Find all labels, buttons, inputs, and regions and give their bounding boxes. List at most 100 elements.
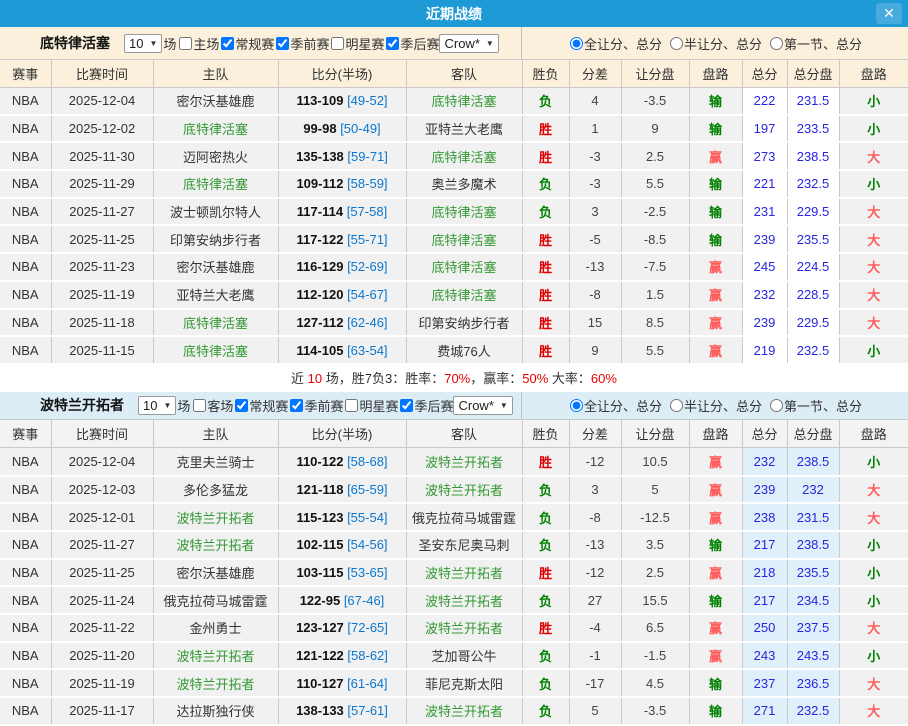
filter-checkbox[interactable]: 常规赛 <box>233 396 288 415</box>
half-time-score: [61-64] <box>347 675 388 691</box>
filter-checkbox-label: 常规赛 <box>235 36 275 52</box>
cell-score: 116-129 [52-69] <box>277 253 406 282</box>
filter-checkbox-input[interactable] <box>276 36 290 50</box>
cell-handicap-result: 赢 <box>688 336 742 365</box>
half-time-score: [54-56] <box>347 537 388 553</box>
game-row: NBA 2025-11-27 波特兰开拓者 102-115 [54-56] 圣安东尼奥马… <box>0 530 908 560</box>
cell-away-team: 印第安纳步行者 <box>405 308 522 338</box>
cell-match-date: 2025-11-15 <box>50 336 153 365</box>
game-row: NBA 2025-11-23 密尔沃基雄鹿 116-129 [52-69] 底特律活塞胜… <box>0 253 908 282</box>
handicap-mode-radio[interactable]: 第一节、总分 <box>768 396 862 415</box>
games-count-select[interactable]: 10 ▼ <box>124 33 163 53</box>
filter-checkbox[interactable]: 季前赛 <box>288 396 343 415</box>
handicap-mode-radio[interactable]: 第一节、总分 <box>768 34 862 53</box>
cell-point-diff: -8 <box>568 280 621 310</box>
cell-score: 112-120 [54-67] <box>277 280 406 310</box>
half-time-score: [63-54] <box>347 342 388 358</box>
cell-win-loss: 负 <box>521 197 569 227</box>
cell-total-points: 239 <box>741 225 787 255</box>
half-time-score: [58-59] <box>347 176 388 192</box>
filter-checkboxes: 客场 常规赛 季前赛 明星赛 季后赛 <box>191 396 453 415</box>
cell-win-loss: 负 <box>521 170 569 199</box>
handicap-mode-radio-input[interactable] <box>669 36 683 50</box>
handicap-mode-radio-input[interactable] <box>569 36 583 50</box>
cell-total-line: 238.5 <box>786 530 839 560</box>
filter-checkbox-input[interactable] <box>290 398 304 412</box>
cell-total-line: 237.5 <box>786 614 839 643</box>
filter-checkbox[interactable]: 常规赛 <box>219 34 274 53</box>
filter-checkbox-input[interactable] <box>386 36 400 50</box>
cell-over-under: 大 <box>838 697 908 726</box>
cell-score: 123-127 [72-65] <box>277 614 406 643</box>
filter-checkbox-label: 常规赛 <box>249 398 289 414</box>
cell-score: 122-95 [67-46] <box>277 586 406 615</box>
cell-handicap-result: 赢 <box>688 558 742 588</box>
cell-win-loss: 负 <box>521 669 569 699</box>
cell-handicap-line: -3.5 <box>620 697 689 726</box>
cell-over-under: 大 <box>838 308 908 338</box>
cell-win-loss: 负 <box>521 530 569 560</box>
cell-over-under: 小 <box>838 530 908 560</box>
game-row: NBA 2025-12-03 多伦多猛龙 121-118 [65-59] 波特兰开拓者负… <box>0 475 908 505</box>
handicap-mode-radio-label: 全让分、总分 <box>583 398 662 414</box>
cell-score: 117-114 [57-58] <box>277 197 406 227</box>
close-icon[interactable]: ✕ <box>876 3 902 24</box>
filter-checkbox-label: 季前赛 <box>290 36 330 52</box>
cell-score: 110-127 [61-64] <box>277 669 406 699</box>
half-time-score: [62-46] <box>347 314 388 330</box>
handicap-mode-radio[interactable]: 全让分、总分 <box>568 34 662 53</box>
half-time-score: [72-65] <box>347 620 388 636</box>
cell-total-points: 239 <box>741 308 787 338</box>
cell-total-line: 238.5 <box>786 447 839 477</box>
filter-checkbox[interactable]: 明星赛 <box>329 34 384 53</box>
filter-checkbox-input[interactable] <box>400 398 414 412</box>
handicap-mode-radio-input[interactable] <box>669 398 683 412</box>
filter-checkbox-input[interactable] <box>235 398 249 412</box>
cell-home-team: 底特律活塞 <box>152 170 278 199</box>
cell-league: NBA <box>0 447 51 477</box>
filter-checkbox[interactable]: 季后赛 <box>398 396 453 415</box>
cell-score: 135-138 [59-71] <box>277 142 406 172</box>
column-header: 让分盘 <box>620 419 689 449</box>
handicap-mode-radio-input[interactable] <box>770 36 783 50</box>
cell-league: NBA <box>0 308 51 338</box>
games-count-select[interactable]: 10 ▼ <box>138 395 177 415</box>
cell-home-team: 达拉斯独行侠 <box>152 697 278 726</box>
cell-away-team: 底特律活塞 <box>405 225 522 255</box>
filter-checkbox[interactable]: 季前赛 <box>274 34 329 53</box>
handicap-mode-radio-input[interactable] <box>569 398 583 412</box>
games-suffix-label: 场 <box>163 36 177 52</box>
cell-match-date: 2025-12-01 <box>50 503 153 532</box>
filter-checkbox-input[interactable] <box>345 398 359 412</box>
filter-checkbox[interactable]: 主场 <box>177 34 219 53</box>
odds-source-select[interactable]: Crow* ▼ <box>439 33 499 53</box>
cell-away-team: 底特律活塞 <box>405 87 522 116</box>
filter-checkbox-label: 季前赛 <box>304 398 344 414</box>
cell-home-team: 迈阿密热火 <box>152 142 278 172</box>
team-filterbar: 底特律活塞 10 ▼ 场 主场 常规赛 季前赛 明星赛 季后赛 Crow* ▼ 全让分、总分… <box>0 27 908 60</box>
filter-checkbox-input[interactable] <box>179 36 193 50</box>
half-time-score: [55-54] <box>347 509 388 525</box>
handicap-mode-radio[interactable]: 半让分、总分 <box>668 34 762 53</box>
cell-home-team: 底特律活塞 <box>152 336 278 365</box>
handicap-mode-radio-input[interactable] <box>770 398 783 412</box>
game-row: NBA 2025-11-25 密尔沃基雄鹿 103-115 [53-65] 波特兰开拓者… <box>0 558 908 588</box>
column-header: 比赛时间 <box>50 419 153 449</box>
odds-source-select[interactable]: Crow* ▼ <box>453 395 513 415</box>
half-time-score: [49-52] <box>347 93 388 109</box>
cell-total-line: 232.5 <box>786 336 839 365</box>
cell-away-team: 波特兰开拓者 <box>405 697 522 726</box>
cell-point-diff: 9 <box>568 336 621 365</box>
column-header: 分差 <box>568 419 621 449</box>
handicap-mode-radio[interactable]: 半让分、总分 <box>668 396 762 415</box>
filter-checkbox[interactable]: 客场 <box>191 396 233 415</box>
filter-checkbox-input[interactable] <box>193 398 207 412</box>
filter-checkbox-input[interactable] <box>221 36 235 50</box>
filter-checkbox[interactable]: 明星赛 <box>343 396 398 415</box>
filter-checkbox[interactable]: 季后赛 <box>384 34 439 53</box>
filter-checkbox-input[interactable] <box>331 36 345 50</box>
cell-score: 113-109 [49-52] <box>277 87 406 116</box>
column-header: 比赛时间 <box>50 60 153 88</box>
handicap-mode-radio[interactable]: 全让分、总分 <box>568 396 662 415</box>
cell-match-date: 2025-12-04 <box>50 87 153 116</box>
